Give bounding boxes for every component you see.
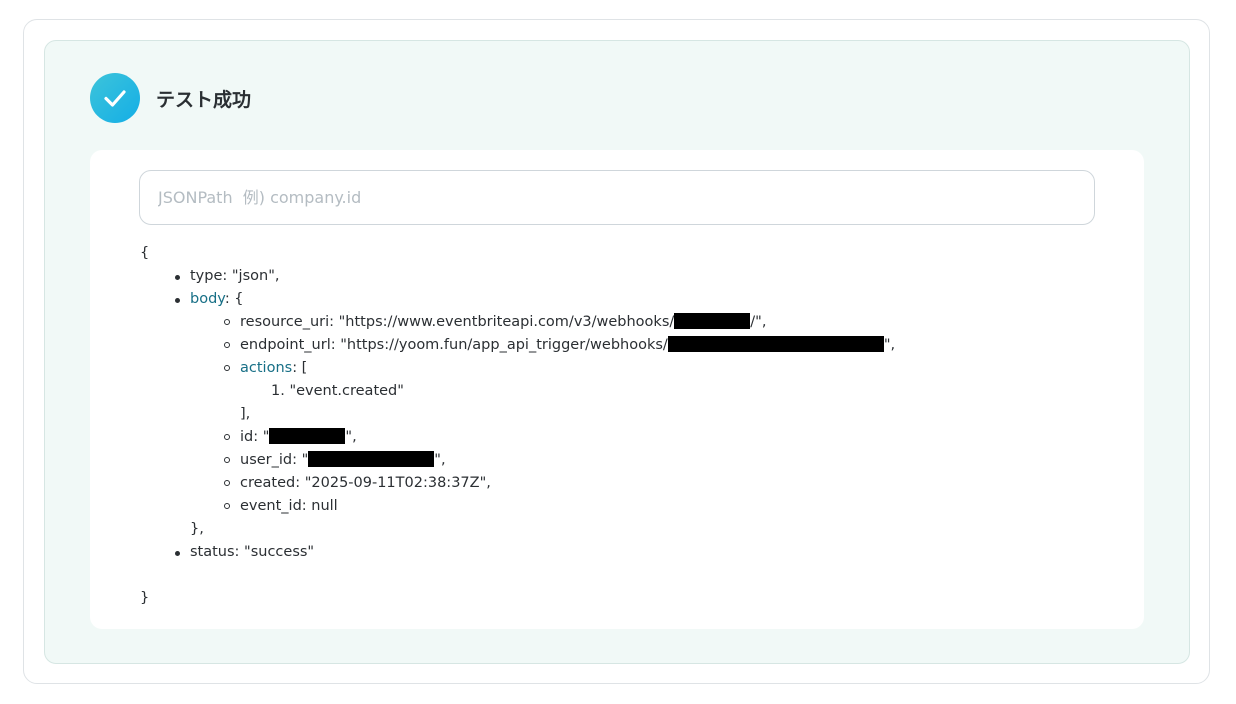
actions-open: : [ — [292, 360, 308, 376]
result-title: テスト成功 — [156, 88, 252, 111]
actions-key-toggle[interactable]: actions — [240, 360, 292, 376]
json-endpoint-url-field: endpoint_url: "https://yoom.fun/app_api_… — [140, 334, 1100, 357]
json-card: { type: "json", body: { resource_uri: "h… — [90, 150, 1144, 629]
json-type-field: type: "json", — [140, 265, 1100, 288]
json-actions-field: actions: [ — [140, 357, 1100, 380]
json-created-field: created: "2025-09-11T02:38:37Z", — [140, 472, 1100, 495]
json-close-brace: } — [140, 590, 150, 606]
json-status-field: status: "success" — [140, 541, 1100, 564]
jsonpath-search-input[interactable] — [139, 170, 1095, 225]
user-id-prefix: user_id: " — [240, 452, 309, 468]
json-user-id-field: user_id: " ", — [140, 449, 1100, 472]
json-resource-uri-field: resource_uri: "https://www.eventbriteapi… — [140, 311, 1100, 334]
body-key-toggle[interactable]: body — [190, 291, 225, 307]
json-id-field: id: " ", — [140, 426, 1100, 449]
redacted-block — [674, 313, 751, 329]
json-open-brace: { — [140, 245, 150, 261]
body-open: : { — [224, 291, 244, 307]
resource-uri-prefix: resource_uri: "https://www.eventbriteapi… — [240, 314, 675, 330]
json-event-id-field: event_id: null — [140, 495, 1100, 518]
id-prefix: id: " — [240, 429, 270, 445]
json-tree: { type: "json", body: { resource_uri: "h… — [140, 242, 1100, 610]
endpoint-url-prefix: endpoint_url: "https://yoom.fun/app_api_… — [240, 337, 668, 353]
test-result-panel: テスト成功 { type: "json", body: { resource_u… — [44, 40, 1190, 664]
result-header: テスト成功 — [90, 73, 251, 123]
redacted-block — [308, 451, 435, 467]
json-body-close: }, — [190, 521, 204, 537]
user-id-suffix: ", — [434, 452, 446, 468]
result-container: テスト成功 { type: "json", body: { resource_u… — [23, 19, 1210, 684]
endpoint-url-suffix: ", — [883, 337, 896, 353]
id-suffix: ", — [345, 429, 357, 445]
redacted-block — [269, 428, 346, 444]
check-circle-icon — [90, 73, 140, 123]
redacted-block — [667, 336, 884, 352]
resource-uri-suffix: /", — [750, 314, 767, 330]
json-actions-close: ], — [240, 406, 251, 422]
json-body-field: body: { — [140, 288, 1100, 311]
json-action-item: 1. "event.created" — [271, 383, 404, 399]
